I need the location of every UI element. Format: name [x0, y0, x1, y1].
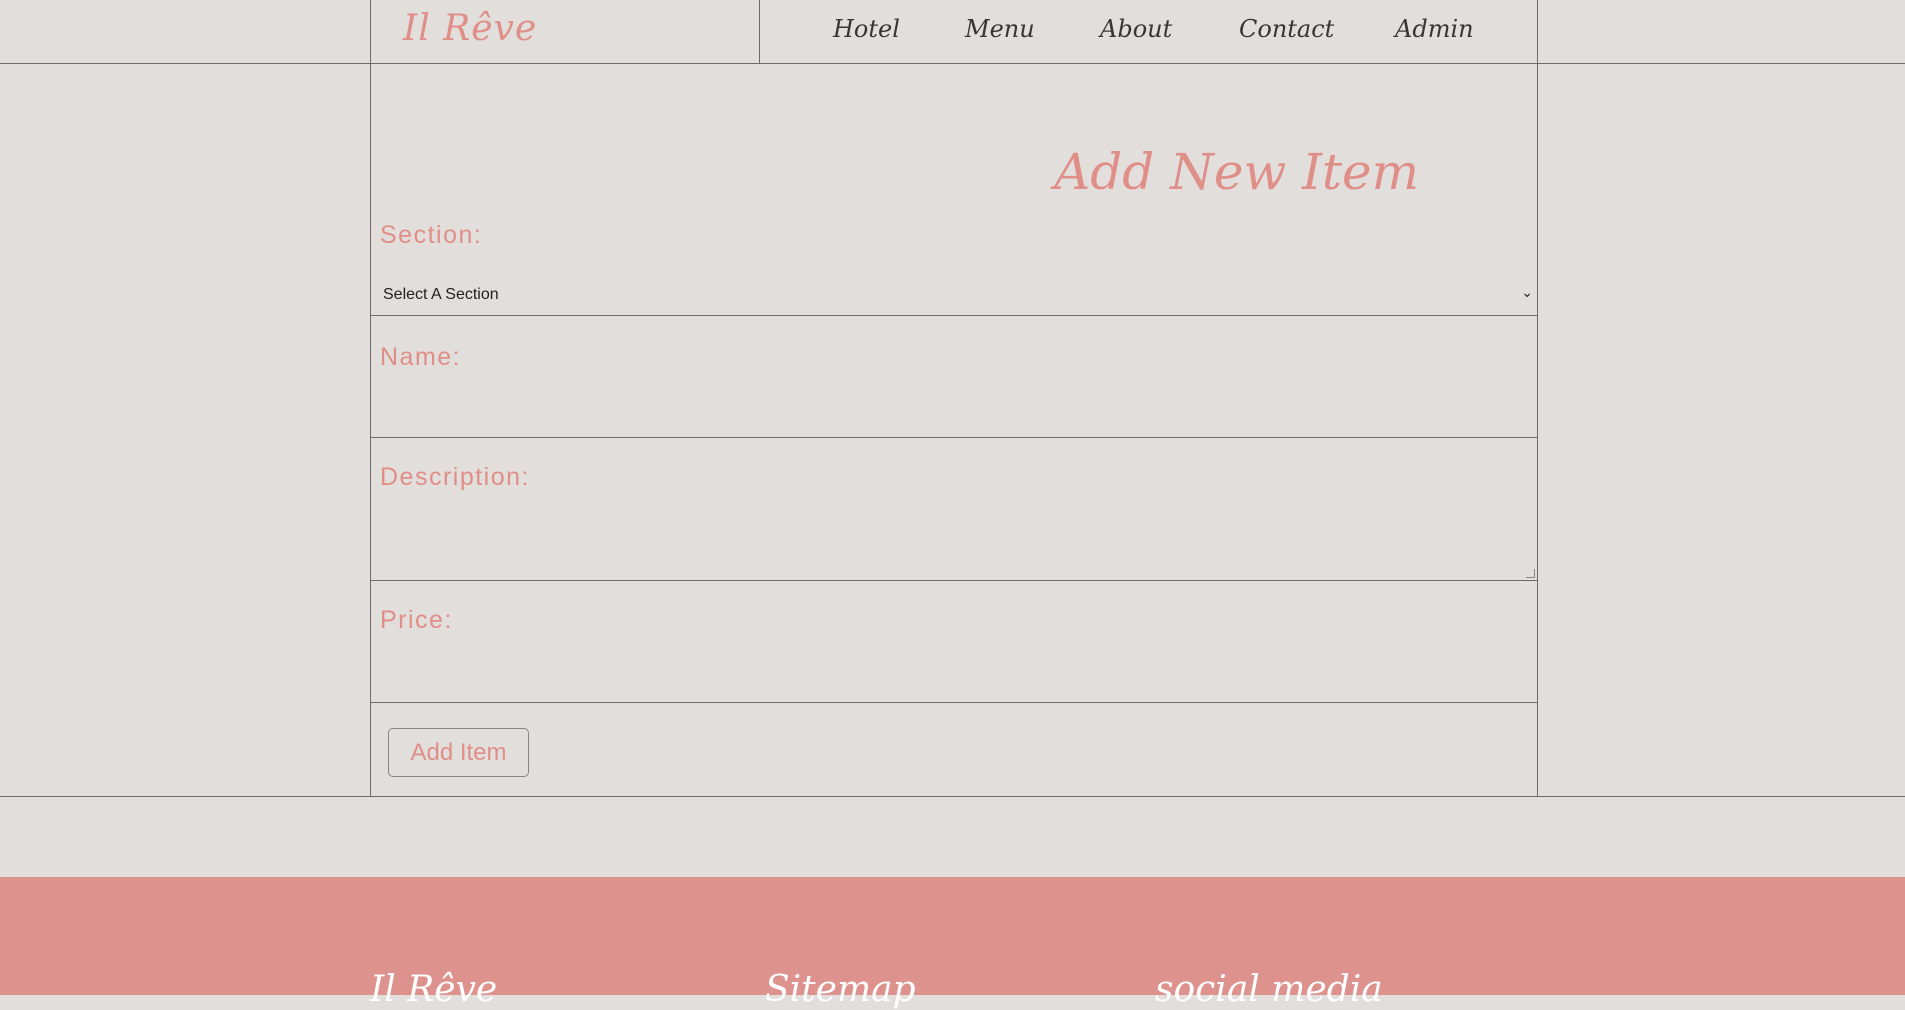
description-textarea[interactable]: [371, 438, 1537, 581]
nav-item-contact[interactable]: Contact: [1239, 15, 1334, 43]
resize-grip-icon[interactable]: [1526, 569, 1535, 578]
name-input[interactable]: [371, 316, 1537, 438]
section-label: Section:: [380, 221, 483, 249]
page-title: Add New Item: [1054, 143, 1419, 201]
add-item-form: Add New Item Section: Select A Section ⌄…: [370, 63, 1538, 796]
logo-container: Il Rêve: [370, 0, 760, 63]
nav-item-menu[interactable]: Menu: [965, 15, 1035, 43]
site-footer: Il Rêve Sitemap social media: [0, 877, 1905, 1010]
footer-brand: Il Rêve: [370, 969, 498, 1010]
footer-sitemap-heading: Sitemap: [765, 969, 916, 1010]
price-input[interactable]: [371, 581, 1537, 703]
divider: [0, 796, 1905, 797]
footer-social-heading: social media: [1155, 969, 1383, 1010]
nav-item-hotel[interactable]: Hotel: [833, 15, 900, 43]
nav-item-admin[interactable]: Admin: [1395, 15, 1474, 43]
chevron-down-icon: ⌄: [1521, 285, 1533, 301]
section-select[interactable]: Select A Section ⌄: [371, 276, 1537, 316]
section-select-value: Select A Section: [383, 286, 499, 303]
nav-item-about[interactable]: About: [1100, 15, 1172, 43]
main-nav: Hotel Menu About Contact Admin: [760, 0, 1538, 63]
site-logo[interactable]: Il Rêve: [403, 8, 537, 49]
add-item-button[interactable]: Add Item: [388, 728, 529, 777]
site-header: Il Rêve Hotel Menu About Contact Admin: [0, 0, 1905, 64]
